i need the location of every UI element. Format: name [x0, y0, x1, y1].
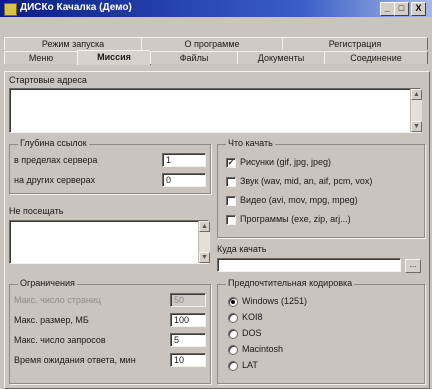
tab-registration[interactable]: Регистрация: [282, 37, 428, 50]
other-servers-label: на других серверах: [14, 175, 96, 185]
timeout-field[interactable]: 10: [170, 353, 206, 367]
do-not-visit-textarea[interactable]: [9, 220, 209, 264]
images-checkbox[interactable]: ✓: [226, 158, 236, 168]
start-addresses-scrollbar[interactable]: ▲ ▼: [410, 89, 422, 132]
other-servers-field[interactable]: 0: [162, 173, 206, 187]
timeout-label: Время ожидания ответа, мин: [14, 355, 136, 365]
tab-row-front: Меню Миссия Файлы Документы Соединение: [4, 50, 428, 65]
app-icon: [4, 3, 17, 16]
tab-files[interactable]: Файлы: [150, 51, 238, 64]
title-bar: ДИСКо Качалка (Демо) _ □ X: [0, 0, 432, 17]
scroll-up-icon[interactable]: ▲: [199, 221, 210, 232]
encoding-koi8-radio[interactable]: [228, 313, 238, 323]
encoding-lat-label: LAT: [242, 360, 258, 370]
minimize-button[interactable]: _: [380, 2, 395, 16]
what-to-download-label: Что качать: [226, 138, 275, 148]
do-not-visit-scrollbar[interactable]: ▲ ▼: [198, 221, 210, 263]
download-to-field[interactable]: [217, 258, 401, 272]
tab-about[interactable]: О программе: [141, 37, 283, 50]
encoding-lat-radio[interactable]: [228, 361, 238, 371]
programs-checkbox[interactable]: [226, 215, 236, 225]
close-button[interactable]: X: [411, 2, 426, 16]
encoding-dos-label: DOS: [242, 328, 262, 338]
encoding-macintosh-radio[interactable]: [228, 345, 238, 355]
link-depth-label: Глубина ссылок: [18, 138, 89, 148]
tab-row-back: Режим запуска О программе Регистрация: [4, 37, 428, 50]
sound-label: Звук (wav, mid, an, aif, pcm, vox): [240, 176, 373, 186]
start-addresses-textarea[interactable]: [9, 88, 421, 133]
encoding-macintosh-label: Macintosh: [242, 344, 284, 354]
browse-button[interactable]: ...: [405, 259, 421, 273]
encoding-group: Предпочтительная кодировка Windows (1251…: [217, 278, 425, 384]
do-not-visit-label: Не посещать: [9, 206, 64, 216]
max-requests-field[interactable]: 5: [170, 333, 206, 347]
sound-checkbox[interactable]: [226, 177, 236, 187]
encoding-windows-radio[interactable]: [228, 297, 238, 307]
max-requests-label: Макс. число запросов: [14, 335, 106, 345]
scroll-down-icon[interactable]: ▼: [199, 252, 210, 263]
scroll-down-icon[interactable]: ▼: [411, 121, 422, 132]
window-body: Режим запуска О программе Регистрация Ме…: [0, 17, 432, 389]
encoding-dos-radio[interactable]: [228, 329, 238, 339]
max-pages-label: Макс. число страниц: [14, 295, 102, 305]
what-to-download-group: Что качать ✓ Рисунки (gif, jpg, jpeg) Зв…: [217, 138, 425, 238]
limits-group: Ограничения Макс. число страниц 50 Макс.…: [9, 278, 211, 384]
max-size-label: Макс. размер, МБ: [14, 315, 89, 325]
encoding-windows-label: Windows (1251): [242, 296, 308, 306]
maximize-button[interactable]: □: [394, 2, 409, 16]
encoding-koi8-label: KOI8: [242, 312, 263, 322]
download-to-label: Куда качать: [217, 244, 267, 254]
window-title: ДИСКо Качалка (Демо): [20, 2, 132, 13]
tab-menu[interactable]: Меню: [4, 51, 78, 64]
within-server-label: в пределах сервера: [14, 155, 98, 165]
within-server-field[interactable]: 1: [162, 153, 206, 167]
tab-startup-mode[interactable]: Режим запуска: [4, 37, 142, 50]
start-addresses-label: Стартовые адреса: [9, 75, 87, 85]
encoding-label: Предпочтительная кодировка: [226, 278, 355, 288]
tab-panel-mission: Стартовые адреса ▲ ▼ Глубина ссылок в пр…: [4, 71, 430, 389]
link-depth-group: Глубина ссылок в пределах сервера 1 на д…: [9, 138, 211, 194]
tab-documents[interactable]: Документы: [237, 51, 325, 64]
max-size-field[interactable]: 100: [170, 313, 206, 327]
images-label: Рисунки (gif, jpg, jpeg): [240, 157, 331, 167]
scroll-up-icon[interactable]: ▲: [411, 89, 422, 100]
tab-connection[interactable]: Соединение: [324, 51, 428, 64]
video-checkbox[interactable]: [226, 196, 236, 206]
max-pages-field: 50: [170, 293, 206, 307]
limits-label: Ограничения: [18, 278, 77, 288]
tab-mission[interactable]: Миссия: [77, 50, 151, 65]
programs-label: Программы (exe, zip, arj...): [240, 214, 351, 224]
video-label: Видео (avi, mov, mpg, mpeg): [240, 195, 358, 205]
